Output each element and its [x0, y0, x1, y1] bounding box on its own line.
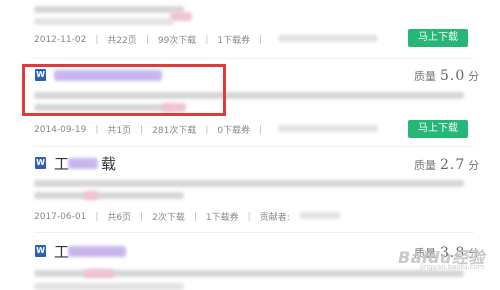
divider [34, 58, 474, 59]
result-pages: 共6页 [107, 213, 132, 223]
word-doc-icon: W [35, 157, 46, 169]
result-pages: 共22页 [107, 36, 137, 46]
result-vouchers: 1下载券 [205, 213, 239, 223]
result-meta: 2017-06-01 | 共6页 | 2次下载 | 1下载券 | 贡献者: [34, 211, 290, 224]
result-summary-blur [34, 180, 464, 187]
result-pages: 共1页 [107, 126, 132, 136]
result-contributor-label: 贡献者: [259, 213, 290, 223]
quality-score: 2.7 [440, 157, 466, 173]
result-title-blur[interactable] [68, 158, 98, 169]
result-title-blur[interactable] [68, 246, 126, 257]
result-summary-blur [34, 18, 174, 25]
result-title-prefix[interactable]: 工 [54, 153, 69, 174]
result-title-suffix[interactable]: 载 [101, 153, 116, 174]
quality-unit: 分 [468, 159, 480, 172]
result-meta: 2012-11-02 | 共22页 | 99次下载 | 1下载券 | [34, 34, 263, 47]
result-meta: 2014-09-19 | 共1页 | 281次下载 | 0下载券 | [34, 124, 263, 137]
result-summary-blur [84, 191, 98, 200]
result-title-prefix[interactable]: 工 [54, 241, 69, 262]
quality-unit: 分 [468, 70, 480, 83]
highlight-box [22, 64, 226, 116]
result-downloads: 281次下载 [152, 126, 197, 136]
result-vouchers: 1下载券 [217, 36, 251, 46]
download-button[interactable]: 马上下载 [408, 120, 468, 138]
result-summary-blur [34, 6, 184, 13]
quality-rating: 质量 5.0 分 [414, 68, 479, 84]
divider [34, 146, 474, 147]
result-meta-blur [278, 125, 378, 132]
result-date: 2017-06-01 [34, 211, 87, 222]
quality-label: 质量 [414, 159, 436, 172]
result-date: 2012-11-02 [34, 34, 87, 45]
quality-rating: 质量 2.7 分 [414, 157, 479, 173]
quality-label: 质量 [414, 70, 436, 83]
result-date: 2014-09-19 [34, 124, 87, 135]
result-vouchers: 0下载券 [217, 126, 251, 136]
quality-score: 5.0 [440, 68, 466, 84]
result-contributor-blur [300, 212, 340, 219]
divider [34, 232, 474, 233]
result-downloads: 2次下载 [152, 213, 185, 223]
result-downloads: 99次下载 [157, 36, 197, 46]
result-meta-blur [278, 35, 378, 42]
result-summary-blur [34, 192, 184, 199]
result-summary-blur [34, 283, 184, 290]
word-doc-icon: W [35, 245, 46, 257]
download-button[interactable]: 马上下载 [408, 29, 468, 47]
baidu-jingyan-watermark-url: jingyan.baidu.com [420, 263, 485, 271]
result-summary-blur [84, 269, 114, 278]
